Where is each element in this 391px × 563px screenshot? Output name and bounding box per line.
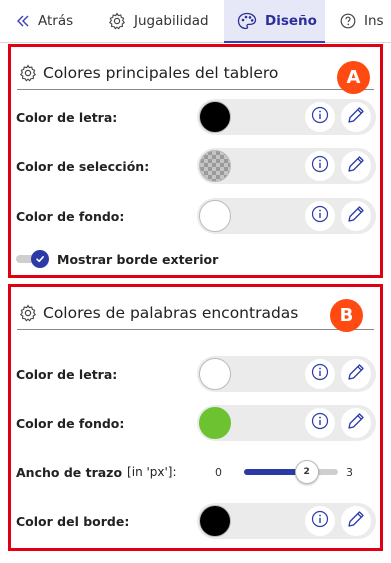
tab-back-label: Atrás xyxy=(38,13,74,29)
found-letter-color-row: Color de letra: xyxy=(16,356,376,392)
info-button[interactable] xyxy=(305,151,335,181)
stroke-width-title: Ancho de trazo xyxy=(16,464,123,480)
info-button[interactable] xyxy=(305,506,335,536)
border-color-label: Color del borde: xyxy=(16,513,130,529)
pencil-icon xyxy=(346,509,366,533)
stroke-width-unit: [in 'px']: xyxy=(127,465,177,479)
tab-gameplay-label: Jugabilidad xyxy=(134,13,209,29)
pencil-icon xyxy=(346,154,366,178)
color-picker xyxy=(197,503,376,539)
info-icon xyxy=(311,363,329,385)
background-color-label: Color de fondo: xyxy=(16,415,125,431)
edit-button[interactable] xyxy=(341,359,371,389)
panel-header: Colores principales del tablero xyxy=(17,57,374,90)
edit-button[interactable] xyxy=(341,506,371,536)
tab-back[interactable]: Atrás xyxy=(16,0,73,42)
tab-design-label: Diseño xyxy=(265,12,317,29)
color-swatch[interactable] xyxy=(199,407,231,439)
selection-color-label: Color de selección: xyxy=(16,158,150,174)
found-background-color-row: Color de fondo: xyxy=(16,405,376,441)
letter-color-row: Color de letra: xyxy=(16,99,376,135)
color-swatch[interactable] xyxy=(199,505,231,537)
outer-border-toggle-row: Mostrar borde exterior xyxy=(16,248,218,270)
pencil-icon xyxy=(346,362,366,386)
info-button[interactable] xyxy=(305,102,335,132)
panel-header: Colores de palabras encontradas xyxy=(17,297,374,330)
outer-border-label: Mostrar borde exterior xyxy=(57,251,219,267)
palette-icon xyxy=(237,12,257,30)
pencil-icon xyxy=(346,105,366,129)
color-swatch[interactable] xyxy=(199,150,231,182)
gear-icon xyxy=(19,304,37,322)
info-button[interactable] xyxy=(305,359,335,389)
border-color-row: Color del borde: xyxy=(16,503,376,539)
edit-button[interactable] xyxy=(341,151,371,181)
color-picker xyxy=(197,356,376,392)
color-swatch[interactable] xyxy=(199,101,231,133)
edit-button[interactable] xyxy=(341,102,371,132)
tab-design[interactable]: Diseño xyxy=(224,0,325,43)
tab-instructions[interactable]: Ins xyxy=(340,0,384,42)
tab-instructions-label: Ins xyxy=(364,13,384,29)
chevron-double-left-icon xyxy=(16,14,30,28)
board-colors-panel: Colores principales del tablero A Color … xyxy=(8,44,383,278)
info-button[interactable] xyxy=(305,201,335,231)
info-icon xyxy=(311,412,329,434)
annotation-marker-b: B xyxy=(330,299,363,332)
info-button[interactable] xyxy=(305,408,335,438)
slider-max-label: 3 xyxy=(346,465,353,479)
stroke-width-row: Ancho de trazo [in 'px']: 0 2 3 xyxy=(16,454,376,490)
gear-icon xyxy=(108,12,126,30)
color-picker xyxy=(197,405,376,441)
panel-title: Colores principales del tablero xyxy=(43,64,279,82)
info-icon xyxy=(311,155,329,177)
color-swatch[interactable] xyxy=(199,358,231,390)
stroke-width-label: Ancho de trazo [in 'px']: xyxy=(16,454,177,490)
check-icon xyxy=(31,250,49,268)
letter-color-label: Color de letra: xyxy=(16,366,118,382)
stroke-width-slider[interactable]: 2 xyxy=(244,460,338,484)
question-circle-icon xyxy=(340,13,356,29)
pencil-icon xyxy=(346,411,366,435)
outer-border-toggle[interactable] xyxy=(16,250,52,268)
edit-button[interactable] xyxy=(341,408,371,438)
pencil-icon xyxy=(346,204,366,228)
selection-color-row: Color de selección: xyxy=(16,148,376,184)
gear-icon xyxy=(19,64,37,82)
slider-min-label: 0 xyxy=(215,465,222,479)
tab-gameplay[interactable]: Jugabilidad xyxy=(108,0,209,42)
info-icon xyxy=(311,205,329,227)
info-icon xyxy=(311,510,329,532)
tab-bar: Atrás Jugabilidad Diseño Ins xyxy=(0,0,391,43)
info-icon xyxy=(311,106,329,128)
found-words-colors-panel: Colores de palabras encontradas B Color … xyxy=(8,284,383,551)
background-color-row: Color de fondo: xyxy=(16,198,376,234)
color-picker xyxy=(197,148,376,184)
panel-title: Colores de palabras encontradas xyxy=(43,304,299,322)
slider-handle[interactable]: 2 xyxy=(294,460,319,484)
letter-color-label: Color de letra: xyxy=(16,109,118,125)
background-color-label: Color de fondo: xyxy=(16,208,125,224)
edit-button[interactable] xyxy=(341,201,371,231)
annotation-marker-a: A xyxy=(337,61,370,94)
color-picker xyxy=(197,198,376,234)
color-picker xyxy=(197,99,376,135)
color-swatch[interactable] xyxy=(199,200,231,232)
